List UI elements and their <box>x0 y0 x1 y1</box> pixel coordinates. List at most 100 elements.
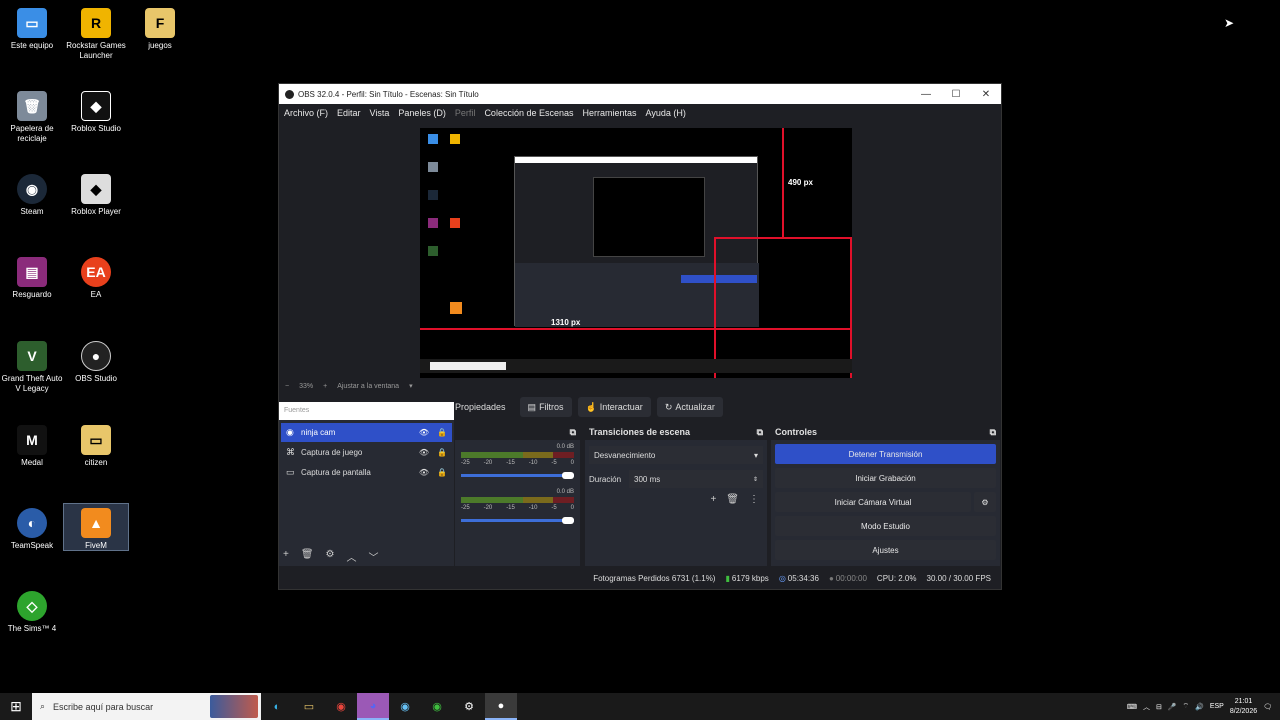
virtual-camera-button[interactable]: Iniciar Cámara Virtual <box>775 492 971 512</box>
desktop-icon-fivem[interactable]: ▲ FiveM <box>63 503 129 551</box>
studio-mode-button[interactable]: Modo Estudio <box>775 516 996 536</box>
recycle-bin-icon: 🗑 <box>17 91 47 121</box>
desktop-icon-roblox-studio[interactable]: ◆ Roblox Studio <box>64 91 128 134</box>
desktop-icon-roblox-player[interactable]: ◆ Roblox Player <box>64 174 128 217</box>
taskbar-search[interactable]: ⌕ Escribe aquí para buscar <box>32 693 261 720</box>
minimize-icon[interactable]: — <box>911 89 941 100</box>
fit-window-label[interactable]: Ajustar a la ventana <box>337 383 399 390</box>
eye-icon[interactable]: 👁 <box>419 468 429 477</box>
chevron-up-icon[interactable]: ︿ <box>347 549 357 564</box>
zoom-out-icon[interactable]: − <box>285 383 289 390</box>
chevron-down-icon[interactable]: ▾ <box>409 382 413 390</box>
settings-button[interactable]: Ajustes <box>775 540 996 560</box>
source-item[interactable]: ▭ Captura de pantalla 👁 🔒 <box>281 463 452 482</box>
wifi-icon[interactable]: ⌔ <box>1183 702 1190 711</box>
desktop-icon-gta[interactable]: V Grand Theft Auto V Legacy <box>0 341 64 394</box>
language-indicator[interactable]: ESP <box>1210 703 1224 710</box>
menu-coleccion-escenas[interactable]: Colección de Escenas <box>484 108 573 118</box>
maximize-icon[interactable]: ☐ <box>941 89 971 100</box>
trash-icon[interactable]: 🗑 <box>726 494 739 505</box>
desktop-icon-resguardo[interactable]: ▤ Resguardo <box>0 257 64 300</box>
menu-editar[interactable]: Editar <box>337 108 361 118</box>
duration-input[interactable]: 300 ms ⇕ <box>629 470 763 488</box>
edge-icon[interactable]: ◐ <box>261 693 293 720</box>
keyboard-icon[interactable]: ⌨ <box>1127 703 1137 711</box>
zoom-in-icon[interactable]: + <box>323 383 327 390</box>
sources-dock: Fuentes ◉ ninja cam 👁 🔒 ⌘ Captura de jueg… <box>279 402 454 566</box>
mic-icon[interactable]: 🎤 <box>1168 703 1177 711</box>
discord-icon[interactable]: ◕ <box>357 693 389 720</box>
desktop-icon-papelera[interactable]: 🗑 Papelera de reciclaje <box>0 91 64 144</box>
chrome-alt-icon[interactable]: ◉ <box>421 693 453 720</box>
lock-icon[interactable]: 🔒 <box>437 468 447 477</box>
preview-canvas[interactable]: 490 px 1310 px <box>420 128 852 378</box>
source-item[interactable]: ◉ ninja cam 👁 🔒 <box>281 423 452 442</box>
volume-slider[interactable] <box>461 472 574 479</box>
window-title: OBS 32.0.4 - Perfil: Sin Título - Escena… <box>298 89 479 99</box>
gear-icon[interactable]: ⚙ <box>326 549 335 564</box>
desktop-icon-juegos[interactable]: F juegos <box>128 8 192 51</box>
refresh-button[interactable]: ↻ Actualizar <box>656 397 723 417</box>
desktop-icon-medal[interactable]: M Medal <box>0 425 64 468</box>
monitor-icon: ▭ <box>286 467 295 477</box>
volume-slider[interactable] <box>461 517 574 524</box>
menu-bar: Archivo (F) Editar Vista Paneles (D) Per… <box>279 104 1001 122</box>
desktop-icon-steam[interactable]: ◉ Steam <box>0 174 64 217</box>
desktop-icon-citizen[interactable]: ▭ citizen <box>64 425 128 468</box>
clock[interactable]: 21:01 8/2/2026 <box>1230 697 1257 717</box>
chevron-down-icon[interactable]: ﹀ <box>369 549 379 564</box>
desktop-icon-teamspeak[interactable]: ◐ TeamSpeak <box>0 508 64 551</box>
transform-line-vertical <box>782 128 784 238</box>
eye-icon[interactable]: 👁 <box>419 448 429 457</box>
volume-icon[interactable]: 🔊 <box>1195 703 1204 711</box>
mixer-header: ⧉ <box>455 424 580 440</box>
interact-button[interactable]: ☝ Interactuar <box>577 397 651 417</box>
menu-ayuda[interactable]: Ayuda (H) <box>646 108 686 118</box>
transition-select[interactable]: Desvanecimiento ▾ <box>589 446 763 464</box>
settings-icon[interactable]: ⚙ <box>453 693 485 720</box>
menu-herramientas[interactable]: Herramientas <box>583 108 637 118</box>
network-icon[interactable]: ⊟ <box>1156 703 1162 711</box>
sources-search[interactable]: Fuentes <box>279 402 454 420</box>
undock-icon[interactable]: ⧉ <box>990 427 996 438</box>
lock-icon[interactable]: 🔒 <box>437 448 447 457</box>
window-titlebar[interactable]: OBS 32.0.4 - Perfil: Sin Título - Escena… <box>279 84 1001 104</box>
desktop-icon-sims[interactable]: ◇ The Sims™ 4 <box>0 591 64 634</box>
undock-icon[interactable]: ⧉ <box>757 427 763 438</box>
transition-actions: + 🗑 ⋮ <box>593 494 759 505</box>
eye-icon[interactable]: 👁 <box>419 428 429 437</box>
trash-icon[interactable]: 🗑 <box>301 549 314 564</box>
properties-button[interactable]: Propiedades <box>455 397 514 417</box>
filters-button[interactable]: ▤ Filtros <box>519 397 572 417</box>
chevron-up-icon[interactable]: ︿ <box>1143 702 1150 712</box>
stop-stream-button[interactable]: Detener Transmisión <box>775 444 996 464</box>
desktop-icon-este-equipo[interactable]: ▭ Este equipo <box>0 8 64 51</box>
source-item[interactable]: ⌘ Captura de juego 👁 🔒 <box>281 443 452 462</box>
windows-start-icon[interactable]: ⊞ <box>0 693 32 720</box>
menu-archivo[interactable]: Archivo (F) <box>284 108 328 118</box>
notification-icon[interactable]: 🗨 <box>1263 703 1272 711</box>
desktop-icon-ea[interactable]: EA EA <box>64 257 128 300</box>
rec-time: 00:00:00 <box>835 573 867 583</box>
obs-taskbar-icon[interactable]: ● <box>485 693 517 720</box>
more-icon[interactable]: ⋮ <box>749 494 759 505</box>
menu-paneles[interactable]: Paneles (D) <box>398 108 446 118</box>
desktop-icon-obs[interactable]: ● OBS Studio <box>64 341 128 384</box>
lock-icon[interactable]: 🔒 <box>437 428 447 437</box>
transform-line-right <box>850 237 852 378</box>
add-icon[interactable]: + <box>283 549 289 564</box>
preview-area: 490 px 1310 px <box>279 122 1001 380</box>
ea-icon: EA <box>81 257 111 287</box>
spin-icon[interactable]: ⇕ <box>753 476 758 483</box>
file-explorer-icon[interactable]: ▭ <box>293 693 325 720</box>
close-icon[interactable]: ✕ <box>971 89 1001 100</box>
add-icon[interactable]: + <box>710 494 716 505</box>
steam-icon[interactable]: ◉ <box>389 693 421 720</box>
menu-perfil[interactable]: Perfil <box>455 108 476 118</box>
menu-vista[interactable]: Vista <box>370 108 390 118</box>
start-recording-button[interactable]: Iniciar Grabación <box>775 468 996 488</box>
desktop-icon-rockstar[interactable]: R Rockstar Games Launcher <box>64 8 128 61</box>
undock-icon[interactable]: ⧉ <box>570 427 576 438</box>
chrome-icon[interactable]: ◉ <box>325 693 357 720</box>
gear-icon[interactable]: ⚙ <box>974 492 996 512</box>
